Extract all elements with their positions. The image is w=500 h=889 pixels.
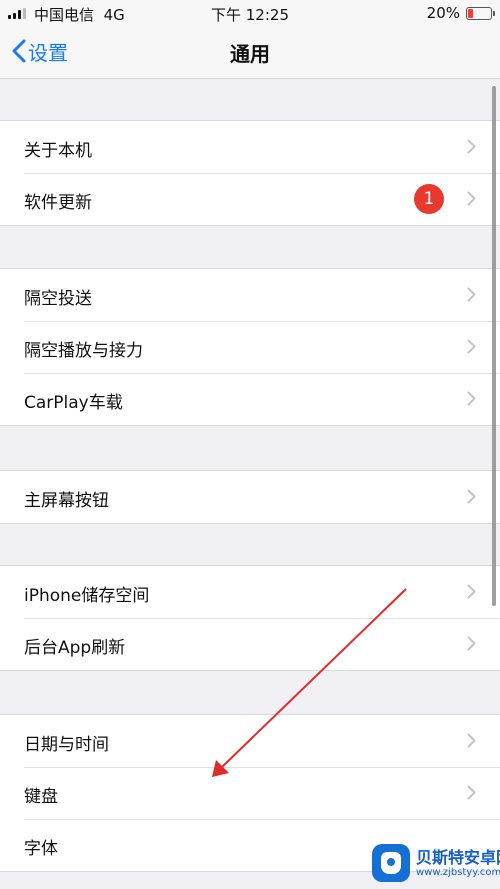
row-airdrop[interactable]: 隔空投送 (0, 269, 500, 321)
navigation-bar: 设置 通用 (0, 26, 500, 79)
update-badge: 1 (414, 184, 444, 214)
page-title: 通用 (230, 42, 270, 66)
row-airplay-handoff[interactable]: 隔空播放与接力 (0, 321, 500, 373)
row-label: 关于本机 (24, 141, 92, 161)
chevron-right-icon (467, 636, 476, 651)
chevron-right-icon (467, 391, 476, 406)
row-label: iPhone储存空间 (24, 586, 150, 606)
row-label: 日期与时间 (24, 735, 109, 755)
row-keyboard[interactable]: 键盘 (0, 767, 500, 819)
row-home-button[interactable]: 主屏幕按钮 (0, 471, 500, 523)
row-label: 键盘 (24, 787, 58, 807)
row-label: 后台App刷新 (24, 638, 126, 658)
settings-group-2: 隔空投送 隔空播放与接力 CarPlay车载 (0, 268, 500, 426)
row-label: 字体 (24, 839, 58, 859)
row-label: 隔空投送 (24, 289, 92, 309)
settings-group-4: iPhone储存空间 后台App刷新 (0, 565, 500, 671)
status-bar: 中国电信 4G 下午 12:25 20% (0, 0, 500, 26)
chevron-right-icon (467, 584, 476, 599)
row-date-time[interactable]: 日期与时间 (0, 715, 500, 767)
row-carplay[interactable]: CarPlay车载 (0, 373, 500, 425)
chevron-right-icon (467, 139, 476, 154)
battery-icon (466, 7, 495, 20)
row-iphone-storage[interactable]: iPhone储存空间 (0, 566, 500, 618)
watermark-name: 贝斯特安卓网 (416, 848, 500, 867)
chevron-right-icon (467, 785, 476, 800)
chevron-right-icon (467, 287, 476, 302)
chevron-right-icon (467, 191, 476, 206)
settings-group-1: 关于本机 软件更新 1 (0, 120, 500, 226)
chevron-right-icon (467, 489, 476, 504)
row-about[interactable]: 关于本机 (0, 121, 500, 173)
settings-group-3: 主屏幕按钮 (0, 470, 500, 524)
row-label: 隔空播放与接力 (24, 341, 143, 361)
battery-percent: 20% (426, 4, 460, 22)
watermark-url: www.zjbstyy.com (416, 867, 500, 878)
status-time: 下午 12:25 (211, 6, 289, 24)
chevron-right-icon (467, 733, 476, 748)
row-software-update[interactable]: 软件更新 1 (0, 173, 500, 225)
row-label: 主屏幕按钮 (24, 491, 109, 511)
battery-fill (468, 9, 473, 18)
chevron-right-icon (467, 339, 476, 354)
watermark-logo-icon (372, 844, 410, 882)
row-label: CarPlay车载 (24, 393, 123, 413)
watermark: 贝斯特安卓网 www.zjbstyy.com (372, 842, 500, 886)
row-label: 软件更新 (24, 193, 92, 213)
row-background-app-refresh[interactable]: 后台App刷新 (0, 618, 500, 670)
scroll-indicator[interactable] (492, 86, 496, 606)
